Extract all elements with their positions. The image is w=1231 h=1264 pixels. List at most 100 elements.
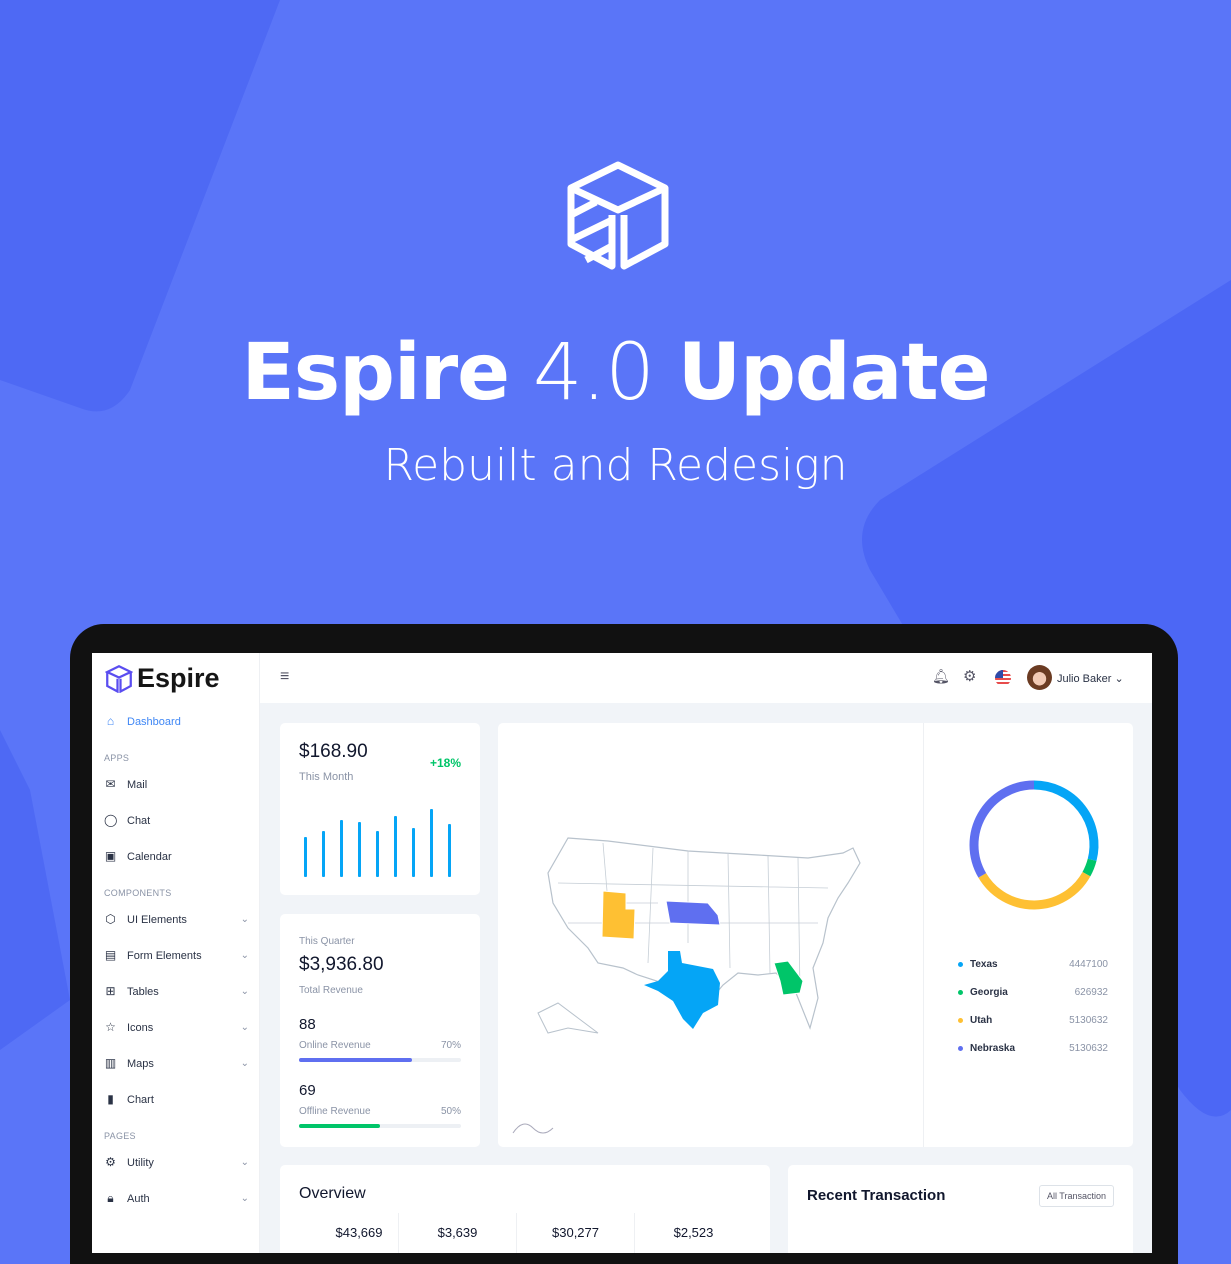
sidebar-item-ui-elements[interactable]: ⬡ UI Elements ⌄ — [104, 913, 249, 926]
bar — [304, 837, 307, 877]
topbar: ≡ 🔔︎ ⚙ Julio Baker ⌄ — [260, 653, 1152, 703]
menu-toggle-icon[interactable]: ≡ — [280, 668, 289, 686]
online-progress — [299, 1058, 461, 1062]
donut-slice-utah — [978, 871, 1091, 910]
legend-dot — [958, 1018, 963, 1023]
sidebar-item-auth[interactable]: 🔒︎ Auth ⌄ — [104, 1192, 249, 1205]
sidebar-item-chat[interactable]: ◯ Chat — [104, 814, 249, 827]
chevron-down-icon: ⌄ — [240, 950, 249, 961]
home-icon: ⌂ — [106, 714, 115, 728]
online-label: Online Revenue — [299, 1040, 371, 1051]
chevron-down-icon: ⌄ — [240, 1193, 249, 1204]
sidebar-item-tables[interactable]: ⊞ Tables ⌄ — [104, 985, 249, 998]
gear-icon: ⚙ — [105, 1155, 116, 1169]
overview-title: Overview — [299, 1185, 366, 1202]
online-value: 88 — [299, 1016, 316, 1033]
quarter-label: This Quarter — [299, 936, 355, 947]
sidebar-item-utility[interactable]: ⚙ Utility ⌄ — [104, 1156, 249, 1169]
month-bar-chart — [304, 801, 464, 877]
nav-section-title: COMPONENTS — [104, 888, 172, 898]
box-icon: ⬡ — [105, 912, 116, 926]
sidebar-item-dashboard[interactable]: ⌂ Dashboard — [104, 715, 249, 728]
overview-stat: $30,277 — [516, 1213, 634, 1253]
legend-dot — [958, 962, 963, 967]
bar — [358, 822, 361, 877]
map-icon: ▥ — [104, 1056, 117, 1070]
us-map — [512, 837, 861, 1134]
offline-percent: 50% — [440, 1106, 461, 1117]
nav-label: UI Elements — [127, 913, 187, 926]
month-label: This Month — [299, 771, 354, 783]
quarter-card: This Quarter $3,936.80 Total Revenue 88 … — [280, 914, 480, 1147]
legend-item: Texas 4447100 — [958, 959, 1108, 970]
chat-icon: ◯ — [104, 813, 118, 827]
month-change: +18% — [429, 756, 461, 770]
star-icon: ☆ — [105, 1020, 116, 1034]
bar — [448, 823, 451, 877]
nav-label: Mail — [127, 778, 148, 791]
bar — [340, 820, 343, 877]
legend-dot — [958, 1046, 963, 1051]
gear-icon[interactable]: ⚙ — [963, 667, 976, 685]
map-card: Texas 4447100 Georgia 626932 Utah 5130632 Nebr… — [498, 723, 1133, 1147]
brand-logo-icon — [105, 664, 133, 693]
user-menu[interactable]: Julio Baker ⌄ — [1057, 672, 1124, 685]
us-flag-icon[interactable] — [995, 670, 1011, 686]
legend-dot — [958, 990, 963, 995]
nav-section-title: PAGES — [104, 1131, 136, 1141]
mail-icon: ✉ — [105, 777, 116, 791]
month-value: $168.90 — [299, 741, 368, 762]
bar — [394, 816, 397, 877]
brand: Espire — [105, 663, 220, 694]
bell-icon[interactable]: 🔔︎ — [932, 668, 950, 685]
nav-label: Form Elements — [127, 949, 202, 962]
chevron-down-icon: ⌄ — [240, 1058, 249, 1069]
nav-label: Tables — [127, 985, 159, 998]
transactions-title: Recent Transaction — [807, 1187, 946, 1204]
file-icon: ▤ — [104, 948, 117, 962]
espire-logo-icon — [567, 161, 669, 270]
sidebar-item-calendar[interactable]: ▣ Calendar — [104, 850, 249, 863]
hero-subtitle: Rebuilt and Redesign — [383, 440, 848, 491]
dashboard-screen: Espire ⌂ Dashboard APPS ✉ Mail ◯ Chat ▣ Calenda… — [92, 653, 1152, 1253]
sidebar: Espire ⌂ Dashboard APPS ✉ Mail ◯ Chat ▣ Calenda… — [92, 653, 260, 1253]
overview-stat: $3,639 — [398, 1213, 516, 1253]
sidebar-item-mail[interactable]: ✉ Mail — [104, 778, 249, 791]
online-percent: 70% — [440, 1040, 461, 1051]
legend-item: Georgia 626932 — [958, 987, 1108, 998]
nav-section-title: APPS — [104, 753, 130, 763]
legend-item: Utah 5130632 — [958, 1015, 1108, 1026]
hero-title: Espire 4.0 Update — [241, 328, 990, 418]
nav-label: Auth — [127, 1192, 150, 1205]
brand-name: Espire — [137, 663, 220, 693]
lock-icon: 🔒︎ — [107, 1191, 114, 1205]
offline-label: Offline Revenue — [299, 1106, 371, 1117]
overview-stat: $43,669 — [335, 1225, 383, 1240]
bar — [412, 828, 415, 877]
nav-label: Maps — [127, 1057, 154, 1070]
nav-label: Chart — [127, 1093, 154, 1106]
legend-item: Nebraska 5130632 — [958, 1043, 1108, 1054]
sidebar-item-icons[interactable]: ☆ Icons ⌄ — [104, 1021, 249, 1034]
calendar-icon: ▣ — [104, 849, 117, 863]
chevron-down-icon: ⌄ — [240, 986, 249, 997]
grid-icon: ⊞ — [105, 984, 116, 998]
all-transaction-button[interactable]: All Transaction — [1038, 1185, 1114, 1207]
donut-slice-nebraska — [969, 780, 1035, 878]
avatar[interactable] — [1027, 665, 1052, 690]
chevron-down-icon: ⌄ — [240, 1022, 249, 1033]
sidebar-item-maps[interactable]: ▥ Maps ⌄ — [104, 1057, 249, 1070]
chevron-down-icon: ⌄ — [240, 1157, 249, 1168]
divider — [923, 723, 924, 1147]
donut-chart — [969, 780, 1099, 910]
sidebar-item-form-elements[interactable]: ▤ Form Elements ⌄ — [104, 949, 249, 962]
sidebar-item-chart[interactable]: ▮ Chart — [104, 1093, 249, 1106]
nav-label: Calendar — [127, 850, 172, 863]
month-card: $168.90 This Month +18% — [280, 723, 480, 895]
offline-progress — [299, 1124, 461, 1128]
quarter-value: $3,936.80 — [299, 954, 384, 975]
nav-label: Dashboard — [127, 715, 181, 728]
overview-stat: $2,523 — [634, 1213, 752, 1253]
donut-slice-georgia — [1082, 858, 1097, 877]
nav-label: Icons — [127, 1021, 154, 1034]
